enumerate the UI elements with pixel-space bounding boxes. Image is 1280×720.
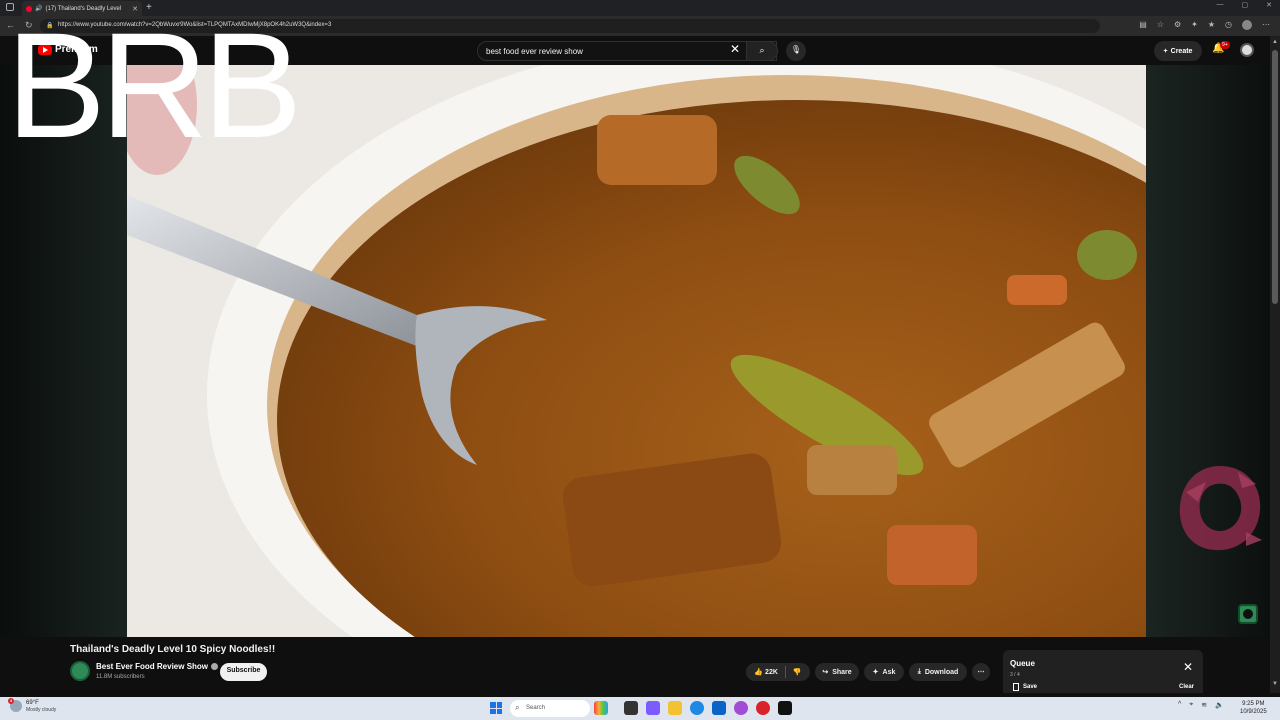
account-avatar[interactable]	[1240, 43, 1254, 57]
extensions-icon[interactable]: ⚙	[1174, 20, 1181, 30]
stream-logo-watermark	[1179, 466, 1262, 551]
thumbs-up-icon: 👍	[754, 669, 764, 676]
windows-start-icon[interactable]	[490, 702, 502, 714]
edge-browser-icon[interactable]	[690, 701, 704, 715]
download-label: Download	[924, 668, 959, 676]
download-icon: ⤓	[917, 668, 921, 675]
scrollbar-thumb[interactable]	[1272, 50, 1278, 304]
share-icon: ↪	[822, 669, 829, 676]
queue-panel: Queue 3 / 4 ✕ Save Clear	[1003, 650, 1203, 693]
close-window-icon[interactable]: ✕	[1266, 1, 1272, 9]
taskbar-clock[interactable]: 9:25 PM 10/9/2025	[1240, 700, 1267, 716]
scroll-up-arrow-icon[interactable]: ▲	[1272, 39, 1278, 45]
create-label: Create	[1170, 47, 1193, 55]
video-title: Thailand's Deadly Level 10 Spicy Noodles…	[70, 644, 276, 655]
download-button[interactable]: ⤓ Download	[909, 663, 967, 681]
media-app-icon[interactable]	[756, 701, 770, 715]
subscriber-count: 11.8M subscribers	[96, 674, 145, 680]
bookmark-icon	[1013, 683, 1019, 691]
sparkle-icon: ✦	[872, 669, 879, 676]
channel-name-row[interactable]: Best Ever Food Review Show	[96, 662, 219, 671]
channel-watermark-icon[interactable]	[1238, 604, 1258, 624]
share-label: Share	[832, 668, 852, 676]
file-explorer-icon[interactable]	[668, 701, 682, 715]
queue-save-label: Save	[1023, 684, 1038, 690]
subscribe-button[interactable]: Subscribe	[220, 663, 267, 681]
create-button[interactable]: + Create	[1154, 41, 1202, 61]
weather-widget[interactable]: 4 69°F Mostly cloudy	[8, 698, 57, 713]
task-view-icon[interactable]	[624, 701, 638, 715]
weather-alert-badge: 4	[8, 698, 14, 704]
search-button[interactable]: ⌕	[746, 41, 778, 61]
dislike-button[interactable]: 👎	[793, 668, 802, 676]
thumbs-down-icon: 👎	[792, 669, 802, 676]
tray-overflow-icon[interactable]: ^	[1178, 701, 1181, 709]
channel-name[interactable]: Best Ever Food Review Show	[96, 662, 208, 671]
minimize-icon[interactable]: —	[1217, 1, 1224, 9]
divider	[784, 666, 786, 678]
clear-search-icon[interactable]: ✕	[730, 42, 740, 56]
terminal-app-icon[interactable]	[778, 701, 792, 715]
system-tray: ^ ⌖ ≋ 🔈	[1178, 701, 1224, 709]
queue-close-icon[interactable]: ✕	[1183, 660, 1193, 674]
brb-overlay-text: BRB	[6, 1, 302, 169]
queue-position: 3 / 4	[1010, 672, 1020, 678]
queue-clear-button[interactable]: Clear	[1179, 684, 1194, 690]
ask-button[interactable]: ✦ Ask	[864, 663, 904, 681]
more-actions-button[interactable]: ⋯	[972, 663, 990, 681]
favorites-icon[interactable]: ★	[1208, 20, 1215, 30]
queue-title: Queue	[1010, 659, 1035, 668]
verified-badge-icon	[211, 663, 219, 670]
voice-search-button[interactable]: 🎙	[786, 41, 806, 61]
like-count: 22K	[765, 669, 778, 676]
wifi-icon[interactable]: ≋	[1201, 701, 1207, 709]
search-icon: ⌕	[759, 45, 765, 55]
browser-toolbar: ▤ ☆ ⚙ ✦ ★ ◷ ⋯	[1139, 20, 1270, 30]
browser-menu-icon[interactable]: ⋯	[1262, 20, 1270, 30]
ask-label: Ask	[882, 668, 896, 676]
taskbar-search-placeholder: Search	[526, 705, 546, 711]
favorite-star-icon[interactable]: ☆	[1157, 20, 1164, 30]
history-icon[interactable]: ◷	[1225, 20, 1232, 30]
more-icon: ⋯	[977, 669, 985, 676]
weather-cloud-icon: 4	[8, 698, 22, 712]
widgets-app-icon[interactable]	[594, 701, 608, 715]
copilot-app-icon[interactable]	[646, 701, 660, 715]
windows-taskbar: 4 69°F Mostly cloudy ⌕ Search ^ ⌖ ≋ 🔈 9:…	[0, 697, 1280, 720]
notification-badge: 9+	[1220, 41, 1230, 49]
copilot-icon[interactable]: ✦	[1191, 20, 1198, 30]
window-controls: — ▢ ✕	[1217, 1, 1273, 9]
weather-temp: 69°F	[26, 700, 39, 706]
reader-mode-icon[interactable]: ▤	[1139, 20, 1147, 30]
share-button[interactable]: ↪ Share	[815, 663, 859, 681]
channel-avatar[interactable]	[70, 661, 90, 681]
weather-condition: Mostly cloudy	[26, 707, 57, 713]
messenger-icon[interactable]	[734, 701, 748, 715]
like-dislike-group: 👍 22K 👎	[746, 663, 810, 681]
profile-avatar[interactable]	[1242, 20, 1252, 30]
queue-save-button[interactable]: Save	[1013, 683, 1037, 691]
location-icon[interactable]: ⌖	[1189, 701, 1193, 709]
scroll-down-arrow-icon[interactable]: ▼	[1272, 681, 1278, 687]
microphone-icon: 🎙	[790, 45, 802, 54]
plus-icon: +	[1163, 47, 1168, 55]
maximize-icon[interactable]: ▢	[1242, 1, 1249, 9]
page-scrollbar[interactable]: ▲ ▼	[1270, 36, 1280, 693]
like-button[interactable]: 👍 22K	[754, 668, 778, 676]
search-icon: ⌕	[515, 703, 520, 712]
taskbar-search[interactable]: ⌕ Search	[510, 700, 590, 717]
clock-time: 9:25 PM	[1242, 701, 1265, 707]
clock-date: 10/9/2025	[1240, 709, 1267, 715]
volume-icon[interactable]: 🔈	[1215, 701, 1224, 709]
outlook-icon[interactable]	[712, 701, 726, 715]
